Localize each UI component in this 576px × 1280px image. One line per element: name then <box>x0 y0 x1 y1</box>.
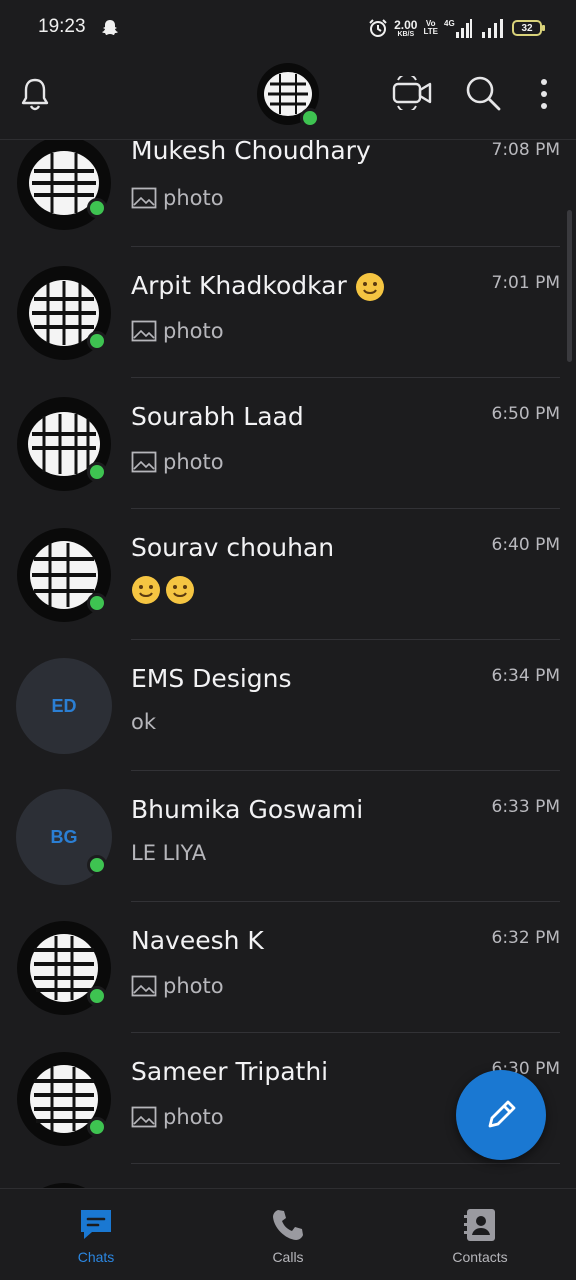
bell-icon[interactable] <box>18 76 52 112</box>
nav-calls[interactable]: Calls <box>192 1189 384 1280</box>
message-time: 6:40 PM <box>491 535 561 555</box>
battery-indicator: 32 <box>512 20 545 36</box>
avatar-initials: BG <box>50 826 78 847</box>
profile-avatar[interactable] <box>256 62 320 128</box>
photo-icon <box>131 320 157 342</box>
nav-contacts-label: Contacts <box>452 1249 508 1265</box>
photo-icon <box>131 975 157 997</box>
message-preview: ok <box>131 710 157 734</box>
online-status-dot <box>87 1117 107 1137</box>
signal-icon <box>482 19 503 38</box>
nav-chats[interactable]: Chats <box>0 1189 192 1280</box>
contact-name: Sameer Tripathi <box>131 1057 329 1086</box>
photo-icon <box>131 1106 157 1128</box>
nav-chats-label: Chats <box>77 1249 115 1265</box>
chat-row[interactable]: Sourav chouhan 6:40 PM <box>0 511 576 642</box>
scrollbar[interactable] <box>567 210 572 362</box>
row-divider <box>131 246 560 247</box>
avatar-initials: ED <box>51 695 77 716</box>
online-status-dot <box>87 855 107 875</box>
chat-row[interactable]: Sourabh Laad 6:50 PM photo <box>0 380 576 511</box>
message-preview: LE LIYA <box>131 841 207 865</box>
message-preview: photo <box>131 1105 224 1129</box>
search-icon[interactable] <box>464 74 502 112</box>
network-speed: 2.00 KB/S <box>394 17 418 38</box>
chat-row[interactable]: Mukesh Choudhary 7:08 PM photo <box>0 140 576 249</box>
chat-row[interactable]: Arpit Khadkodkar 7:01 PM photo <box>0 249 576 380</box>
row-divider <box>131 770 560 771</box>
message-time: 7:08 PM <box>491 140 561 160</box>
photo-icon <box>131 187 157 209</box>
nav-calls-label: Calls <box>272 1249 304 1265</box>
online-status-dot <box>87 462 107 482</box>
message-preview <box>131 575 195 605</box>
chat-row[interactable] <box>0 1166 576 1188</box>
bottom-navigation: Chats Calls Contacts <box>0 1188 576 1280</box>
message-preview: photo <box>131 974 224 998</box>
chats-icon <box>81 1210 111 1239</box>
message-time: 6:50 PM <box>491 404 561 424</box>
nav-contacts[interactable]: Contacts <box>384 1189 576 1280</box>
chat-list[interactable]: Mukesh Choudhary 7:08 PM photo Arpit Kha… <box>0 140 576 1188</box>
smile-emoji-icon <box>355 273 384 301</box>
message-time: 6:32 PM <box>491 928 561 948</box>
chat-row[interactable]: Naveesh K 6:32 PM photo <box>0 904 576 1035</box>
contacts-book-icon <box>464 1209 495 1241</box>
row-divider <box>131 377 560 378</box>
more-options-icon[interactable] <box>534 76 554 112</box>
contact-avatar: ED <box>16 658 112 754</box>
status-indicators: 2.00 KB/S Vo LTE 4G 32 <box>368 14 545 42</box>
online-status-dot <box>87 198 107 218</box>
pencil-icon <box>488 1100 516 1128</box>
chat-row[interactable]: BG Bhumika Goswami 6:33 PM LE LIYA <box>0 773 576 904</box>
message-time: 6:34 PM <box>491 666 561 686</box>
row-divider <box>131 508 560 509</box>
message-time: 7:01 PM <box>491 273 561 293</box>
contact-name: EMS Designs <box>131 664 292 693</box>
photo-icon <box>131 451 157 473</box>
svg-text:4G: 4G <box>444 19 455 28</box>
contact-name: Naveesh K <box>131 926 264 955</box>
message-preview: photo <box>131 186 224 210</box>
app-header <box>0 56 576 140</box>
compose-button[interactable] <box>456 1070 546 1160</box>
contact-name: Sourabh Laad <box>131 402 304 431</box>
chat-row[interactable]: ED EMS Designs 6:34 PM ok <box>0 642 576 773</box>
contact-name: Bhumika Goswami <box>131 795 364 824</box>
contact-name: Sourav chouhan <box>131 533 335 562</box>
smile-emoji-icon <box>166 576 194 604</box>
volte-indicator: Vo LTE <box>423 19 438 36</box>
snapchat-icon <box>102 20 118 35</box>
row-divider <box>131 1163 560 1164</box>
row-divider <box>131 901 560 902</box>
signal-4g-icon: 4G <box>444 19 472 38</box>
message-preview: photo <box>131 450 224 474</box>
row-divider <box>131 1032 560 1033</box>
online-status-dot <box>87 986 107 1006</box>
alarm-icon <box>369 19 387 37</box>
status-time: 19:23 <box>38 16 86 37</box>
phone-icon <box>273 1210 303 1240</box>
message-time: 6:33 PM <box>491 797 561 817</box>
contact-name: Mukesh Choudhary <box>131 140 371 165</box>
row-divider <box>131 639 560 640</box>
video-call-icon[interactable] <box>392 76 434 110</box>
status-bar: 19:23 2.00 KB/S Vo LTE 4G 32 <box>0 0 576 56</box>
contact-name: Arpit Khadkodkar <box>131 271 385 302</box>
online-status-dot <box>300 108 320 128</box>
online-status-dot <box>87 593 107 613</box>
online-status-dot <box>87 331 107 351</box>
smile-emoji-icon <box>132 576 160 604</box>
message-preview: photo <box>131 319 224 343</box>
